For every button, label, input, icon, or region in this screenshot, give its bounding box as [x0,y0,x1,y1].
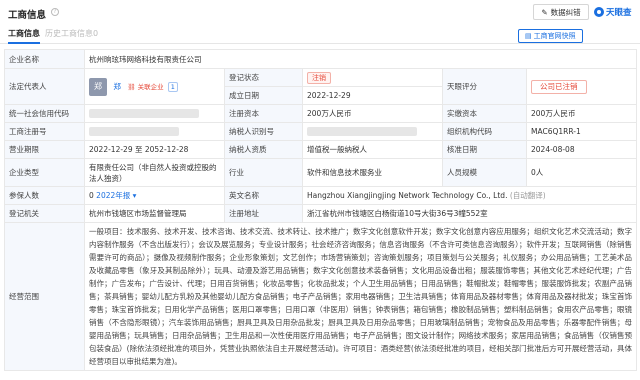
org-code: MAC6Q1RR-1 [525,122,638,141]
company-name: 杭州晌玹玮网络科技有限责任公司 [83,49,638,69]
approve-date: 2024-08-08 [525,140,638,159]
capital-label: 注册资本 [224,104,303,123]
link-icon: ⛓ [127,82,136,91]
en-name-note: (自动翻译) [509,191,546,200]
status-cell: 注销 [302,68,443,87]
found-date-label: 成立日期 [224,86,303,105]
related-companies-link[interactable]: ⛓ 关联企业 1 [127,81,178,92]
capital: 200万人民币 [302,104,443,123]
brand-logo: 天眼查 [594,4,632,20]
industry: 软件和信息技术服务业 [302,158,443,187]
rating-cell: 公司已注销 [525,68,638,105]
approve-date-label: 核准日期 [442,140,527,159]
reg-no-cell [84,122,225,141]
business-info-table: 企业名称 杭州晌玹玮网络科技有限责任公司 法定代表人 郑 郑 ⛓ 关联企业 1 … [4,49,638,371]
help-icon[interactable]: ? [51,8,59,16]
reg-no-redacted [89,127,179,137]
legal-rep-avatar[interactable]: 郑 [89,77,107,96]
address: 浙江省杭州市钱塘区白杨街道10号大街36号3幢552室 [301,204,638,223]
chevron-down-icon: ▾ [132,191,137,200]
address-label: 注册地址 [224,204,303,223]
insured-cell: 0 2022年报 ▾ [84,186,225,205]
insured-year: 2022年报 [96,191,131,200]
taxpayer-type-label: 纳税人资质 [224,140,303,159]
en-name: Hangzhou Xiangjingjing Network Technolog… [307,191,508,200]
insured-label: 参保人数 [4,186,85,205]
tab-business-info[interactable]: 工商信息 [8,28,40,44]
insured-year-select[interactable]: 2022年报 ▾ [96,191,136,200]
business-scope: 一般项目：技术服务、技术开发、技术咨询、技术交流、技术转让、技术推广；数字文化创… [83,222,638,371]
official-snapshot-button[interactable]: ▤ 工商官网快照 [518,29,583,43]
company-type-label: 企业类型 [4,158,85,187]
status-label: 登记状态 [224,68,303,87]
en-name-cell: Hangzhou Xiangjingjing Network Technolog… [301,186,638,205]
legal-rep-name[interactable]: 郑 [113,82,121,91]
company-name-label: 企业名称 [4,49,85,69]
rating-badge: 公司已注销 [531,79,587,94]
data-correction-label: 数据纠错 [550,7,581,17]
taxpayer-type: 增值税一般纳税人 [302,140,443,159]
section-title: 工商信息 [8,10,47,21]
taxpayer-no-redacted [307,127,417,137]
status-badge: 注销 [307,71,331,84]
staff-size-label: 人员规模 [442,158,527,187]
credit-code-cell [84,104,225,123]
insured-count: 0 [89,191,94,200]
authority: 杭州市钱塘区市场监督管理局 [84,204,225,223]
found-date: 2022-12-29 [302,86,443,105]
eye-logo-icon [594,7,604,17]
paid-capital: 200万人民币 [525,104,638,123]
legal-rep-label: 法定代表人 [4,68,85,105]
tab-history-business-info[interactable]: 历史工商信息0 [45,28,98,39]
taxpayer-no-label: 纳税人识别号 [224,122,303,141]
term-label: 营业期限 [4,140,85,159]
reg-no-label: 工商注册号 [4,122,85,141]
header-bar: 工商信息 ? ✎ 数据纠错 天眼查 [0,0,640,24]
legal-rep-cell: 郑 郑 ⛓ 关联企业 1 [84,68,225,105]
brand-name: 天眼查 [606,8,632,18]
staff-size: 0人 [525,158,638,187]
paid-capital-label: 实缴资本 [442,104,527,123]
credit-code-label: 统一社会信用代码 [4,104,85,123]
rating-label: 天眼评分 [442,68,527,105]
taxpayer-no-cell [302,122,443,141]
company-type: 有限责任公司（非自然人投资或控股的法人独资） [84,158,225,187]
authority-label: 登记机关 [4,204,85,223]
related-companies-count: 1 [167,81,178,92]
related-companies-label: 关联企业 [137,82,164,91]
org-code-label: 组织机构代码 [442,122,527,141]
term: 2022-12-29 至 2052-12-28 [84,140,225,159]
credit-code-redacted [89,109,199,119]
document-icon: ▤ [525,32,532,40]
en-name-label: 英文名称 [224,186,303,205]
official-snapshot-label: 工商官网快照 [533,32,576,40]
industry-label: 行业 [224,158,303,187]
scope-label: 经营范围 [4,222,85,371]
data-correction-button[interactable]: ✎ 数据纠错 [533,4,589,20]
edit-icon: ✎ [541,7,548,17]
